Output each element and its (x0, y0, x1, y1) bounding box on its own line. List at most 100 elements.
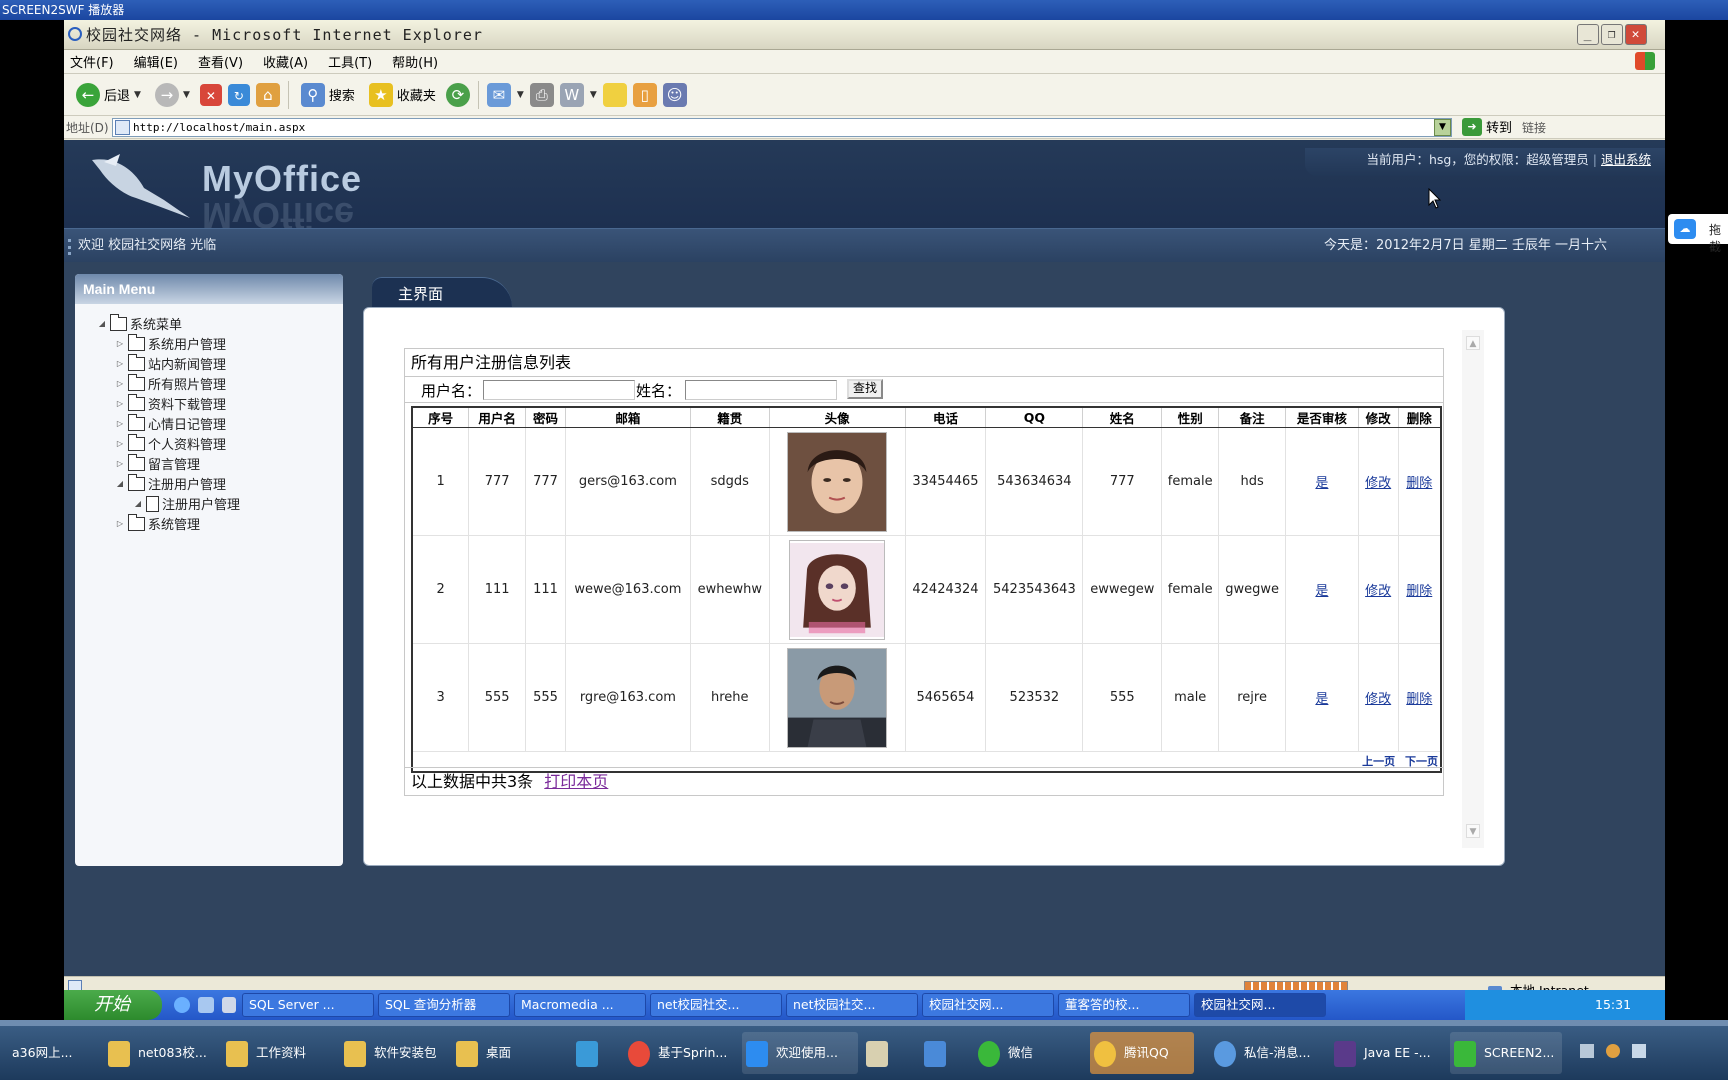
host-taskbar-button[interactable]: 腾讯QQ (1090, 1032, 1194, 1074)
menu-help[interactable]: 帮助(H) (392, 52, 438, 71)
scroll-down-icon[interactable]: ▼ (1466, 824, 1480, 838)
tab-main[interactable]: 主界面 (372, 277, 512, 307)
delete-link[interactable]: 删除 (1406, 692, 1432, 707)
menu-edit[interactable]: 编辑(E) (134, 52, 178, 71)
host-taskbar-button[interactable]: SCREEN2... (1450, 1032, 1562, 1074)
back-dropdown-icon[interactable]: ▼ (134, 90, 141, 100)
expand-icon[interactable]: ▷ (115, 439, 125, 448)
edit-icon[interactable]: W (559, 82, 584, 107)
refresh-icon[interactable]: ↻ (227, 83, 250, 106)
name-input[interactable] (685, 380, 837, 400)
host-taskbar-button[interactable] (862, 1032, 902, 1074)
logout-link[interactable]: 退出系统 (1601, 152, 1651, 167)
tree-item-news[interactable]: ▷ 站内新闻管理 (115, 353, 226, 373)
edit-link[interactable]: 修改 (1365, 476, 1391, 491)
start-button[interactable]: 开始 (64, 990, 162, 1020)
taskbar-button[interactable]: 校园社交网... (922, 993, 1054, 1017)
discuss-icon[interactable] (602, 82, 627, 107)
messenger-icon[interactable]: ☺ (662, 82, 687, 107)
menu-tools[interactable]: 工具(T) (328, 52, 372, 71)
host-taskbar-button[interactable] (920, 1032, 960, 1074)
menu-file[interactable]: 文件(F) (70, 52, 114, 71)
host-taskbar-button[interactable]: 微信 (974, 1032, 1074, 1074)
host-taskbar-button[interactable] (572, 1032, 612, 1074)
close-button[interactable]: ✕ (1625, 24, 1647, 45)
host-taskbar-button[interactable]: a36网上... (8, 1032, 98, 1074)
host-taskbar-button[interactable]: 软件安装包 (340, 1032, 448, 1074)
host-taskbar-button[interactable]: 欢迎使用... (742, 1032, 858, 1074)
volume-icon[interactable] (1631, 1044, 1646, 1058)
menu-favorites[interactable]: 收藏(A) (263, 52, 308, 71)
host-taskbar-button[interactable]: 私信-消息... (1210, 1032, 1320, 1074)
edit-link[interactable]: 修改 (1365, 584, 1391, 599)
edit-dropdown-icon[interactable]: ▼ (590, 90, 597, 100)
taskbar-button[interactable]: Macromedia ... (514, 993, 646, 1017)
tree-item-registered-users-page[interactable]: ◢ 注册用户管理 (133, 494, 240, 513)
tree-item-system-users[interactable]: ▷ 系统用户管理 (115, 333, 226, 353)
desktop-quicklaunch-icon[interactable] (198, 997, 214, 1013)
collapse-icon[interactable]: ◢ (115, 479, 125, 488)
edit-link[interactable]: 修改 (1365, 692, 1391, 707)
approve-link[interactable]: 是 (1315, 692, 1328, 707)
forward-dropdown-icon[interactable]: ▼ (183, 90, 190, 100)
expand-icon[interactable]: ▷ (115, 399, 125, 408)
expand-icon[interactable]: ▷ (115, 379, 125, 388)
host-taskbar-button[interactable]: 基于Sprin... (624, 1032, 740, 1074)
favorites-button[interactable]: ★ 收藏夹 (365, 80, 440, 110)
tree-item-registered-users[interactable]: ◢ 注册用户管理 (115, 473, 226, 493)
vertical-scrollbar[interactable]: ▲ ▼ (1462, 330, 1484, 848)
print-icon[interactable]: ⎙ (529, 82, 554, 107)
forward-button[interactable]: → ▼ (151, 80, 194, 110)
username-input[interactable] (483, 380, 635, 400)
scroll-up-icon[interactable]: ▲ (1466, 336, 1480, 350)
host-taskbar-button[interactable]: Java EE -... (1330, 1032, 1440, 1074)
delete-link[interactable]: 删除 (1406, 476, 1432, 491)
collapse-icon[interactable]: ◢ (97, 319, 107, 328)
address-input[interactable]: http://localhost/main.aspx (112, 118, 1452, 137)
search-submit-button[interactable]: 查找 (847, 379, 883, 399)
home-icon[interactable]: ⌂ (255, 82, 280, 107)
stop-icon[interactable]: ✕ (199, 83, 222, 106)
address-dropdown-icon[interactable]: ▼ (1434, 119, 1451, 136)
approve-link[interactable]: 是 (1315, 476, 1328, 491)
history-icon[interactable]: ⟳ (445, 82, 470, 107)
links-label[interactable]: 链接 (1522, 119, 1546, 136)
print-link[interactable]: 打印本页 (544, 772, 608, 791)
tree-item-downloads[interactable]: ▷ 资料下载管理 (115, 393, 226, 413)
search-button[interactable]: ⚲ 搜索 (297, 80, 359, 110)
menu-view[interactable]: 查看(V) (198, 52, 243, 71)
tree-item-profile[interactable]: ▷ 个人资料管理 (115, 433, 226, 453)
mail-dropdown-icon[interactable]: ▼ (517, 90, 524, 100)
host-taskbar-button[interactable]: net083校... (104, 1032, 212, 1074)
expand-icon[interactable]: ▷ (115, 339, 125, 348)
mail-icon[interactable]: ✉ (486, 82, 511, 107)
taskbar-button-active[interactable]: 校园社交网... (1194, 993, 1326, 1017)
tree-item-system-admin[interactable]: ▷ 系统管理 (115, 513, 200, 533)
tree-root[interactable]: ◢ 系统菜单 (97, 313, 182, 333)
research-icon[interactable]: ▯ (632, 82, 657, 107)
expand-icon[interactable]: ▷ (115, 459, 125, 468)
taskbar-button[interactable]: SQL Server ... (242, 993, 374, 1017)
taskbar-button[interactable]: 董客答的校... (1058, 993, 1190, 1017)
expand-icon[interactable]: ▷ (115, 519, 125, 528)
ie-quicklaunch-icon[interactable] (174, 997, 190, 1013)
delete-link[interactable]: 删除 (1406, 584, 1432, 599)
tree-item-diary[interactable]: ▷ 心情日记管理 (115, 413, 226, 433)
tree-item-photos[interactable]: ▷ 所有照片管理 (115, 373, 226, 393)
minimize-button[interactable]: _ (1577, 24, 1599, 45)
host-taskbar-button[interactable]: 桌面 (452, 1032, 552, 1074)
taskbar-button[interactable]: net校园社交... (650, 993, 782, 1017)
approve-link[interactable]: 是 (1315, 584, 1328, 599)
maximize-button[interactable]: ❐ (1601, 24, 1623, 45)
app-quicklaunch-icon[interactable] (222, 997, 236, 1013)
network-icon[interactable] (1580, 1044, 1594, 1058)
side-widget[interactable]: ☁ 拖截 (1668, 214, 1728, 254)
expand-icon[interactable]: ▷ (115, 419, 125, 428)
tray-app-icon[interactable] (1605, 1044, 1620, 1058)
taskbar-button[interactable]: net校园社交... (786, 993, 918, 1017)
tree-item-messages[interactable]: ▷ 留言管理 (115, 453, 200, 473)
taskbar-button[interactable]: SQL 查询分析器 (378, 993, 510, 1017)
expand-icon[interactable]: ▷ (115, 359, 125, 368)
back-button[interactable]: ← 后退 ▼ (72, 80, 145, 110)
host-taskbar-button[interactable]: 工作资料 (222, 1032, 330, 1074)
